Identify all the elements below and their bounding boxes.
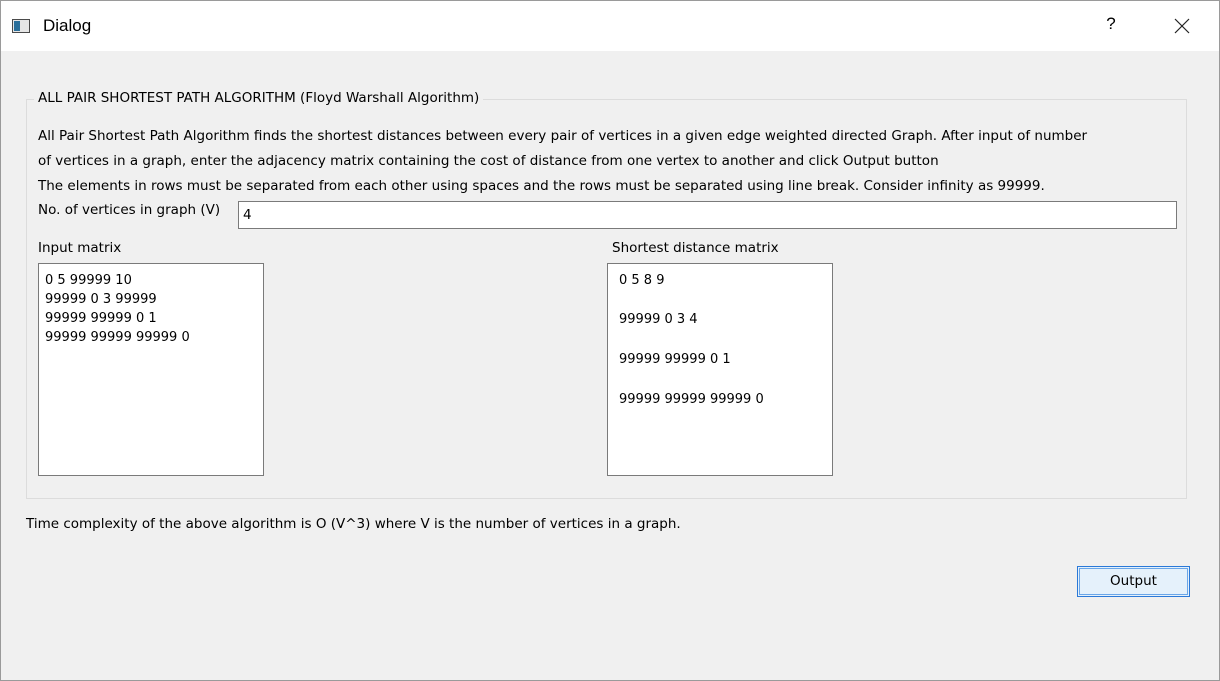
close-button[interactable] — [1171, 17, 1193, 37]
input-matrix-row: 99999 99999 99999 0 — [45, 330, 190, 345]
output-matrix-row: 99999 99999 0 1 — [619, 352, 731, 367]
vertices-count-value: 4 — [243, 207, 252, 223]
output-button[interactable]: Output — [1077, 566, 1190, 597]
window-title: Dialog — [43, 16, 92, 35]
title-bar[interactable]: Dialog ? — [1, 1, 1219, 51]
output-matrix-label: Shortest distance matrix — [612, 240, 779, 256]
groupbox-title: ALL PAIR SHORTEST PATH ALGORITHM (Floyd … — [34, 90, 484, 106]
close-icon — [1174, 18, 1190, 34]
app-window-icon — [12, 19, 30, 33]
output-matrix-row: 0 5 8 9 — [619, 273, 665, 288]
description-line-1: All Pair Shortest Path Algorithm finds t… — [38, 128, 1088, 144]
input-matrix-label: Input matrix — [38, 240, 122, 256]
input-matrix-row: 0 5 99999 10 — [45, 273, 132, 288]
input-matrix-textarea[interactable]: 0 5 99999 10 99999 0 3 99999 99999 99999… — [38, 263, 264, 476]
output-matrix-row: 99999 99999 99999 0 — [619, 392, 764, 407]
shortest-distance-matrix-output[interactable]: 0 5 8 9 99999 0 3 4 99999 99999 0 1 9999… — [607, 263, 833, 476]
time-complexity-note: Time complexity of the above algorithm i… — [26, 516, 681, 532]
help-button[interactable]: ? — [1101, 14, 1121, 38]
vertices-count-label: No. of vertices in graph (V) — [38, 202, 221, 218]
description-line-2: of vertices in a graph, enter the adjace… — [38, 153, 939, 169]
input-matrix-row: 99999 99999 0 1 — [45, 311, 157, 326]
description-line-3: The elements in rows must be separated f… — [38, 178, 1045, 194]
dialog-window: Dialog ? ALL PAIR SHORTEST PATH ALGORITH… — [0, 0, 1220, 681]
vertices-count-input[interactable]: 4 — [238, 201, 1177, 229]
input-matrix-row: 99999 0 3 99999 — [45, 292, 157, 307]
output-matrix-row: 99999 0 3 4 — [619, 312, 698, 327]
